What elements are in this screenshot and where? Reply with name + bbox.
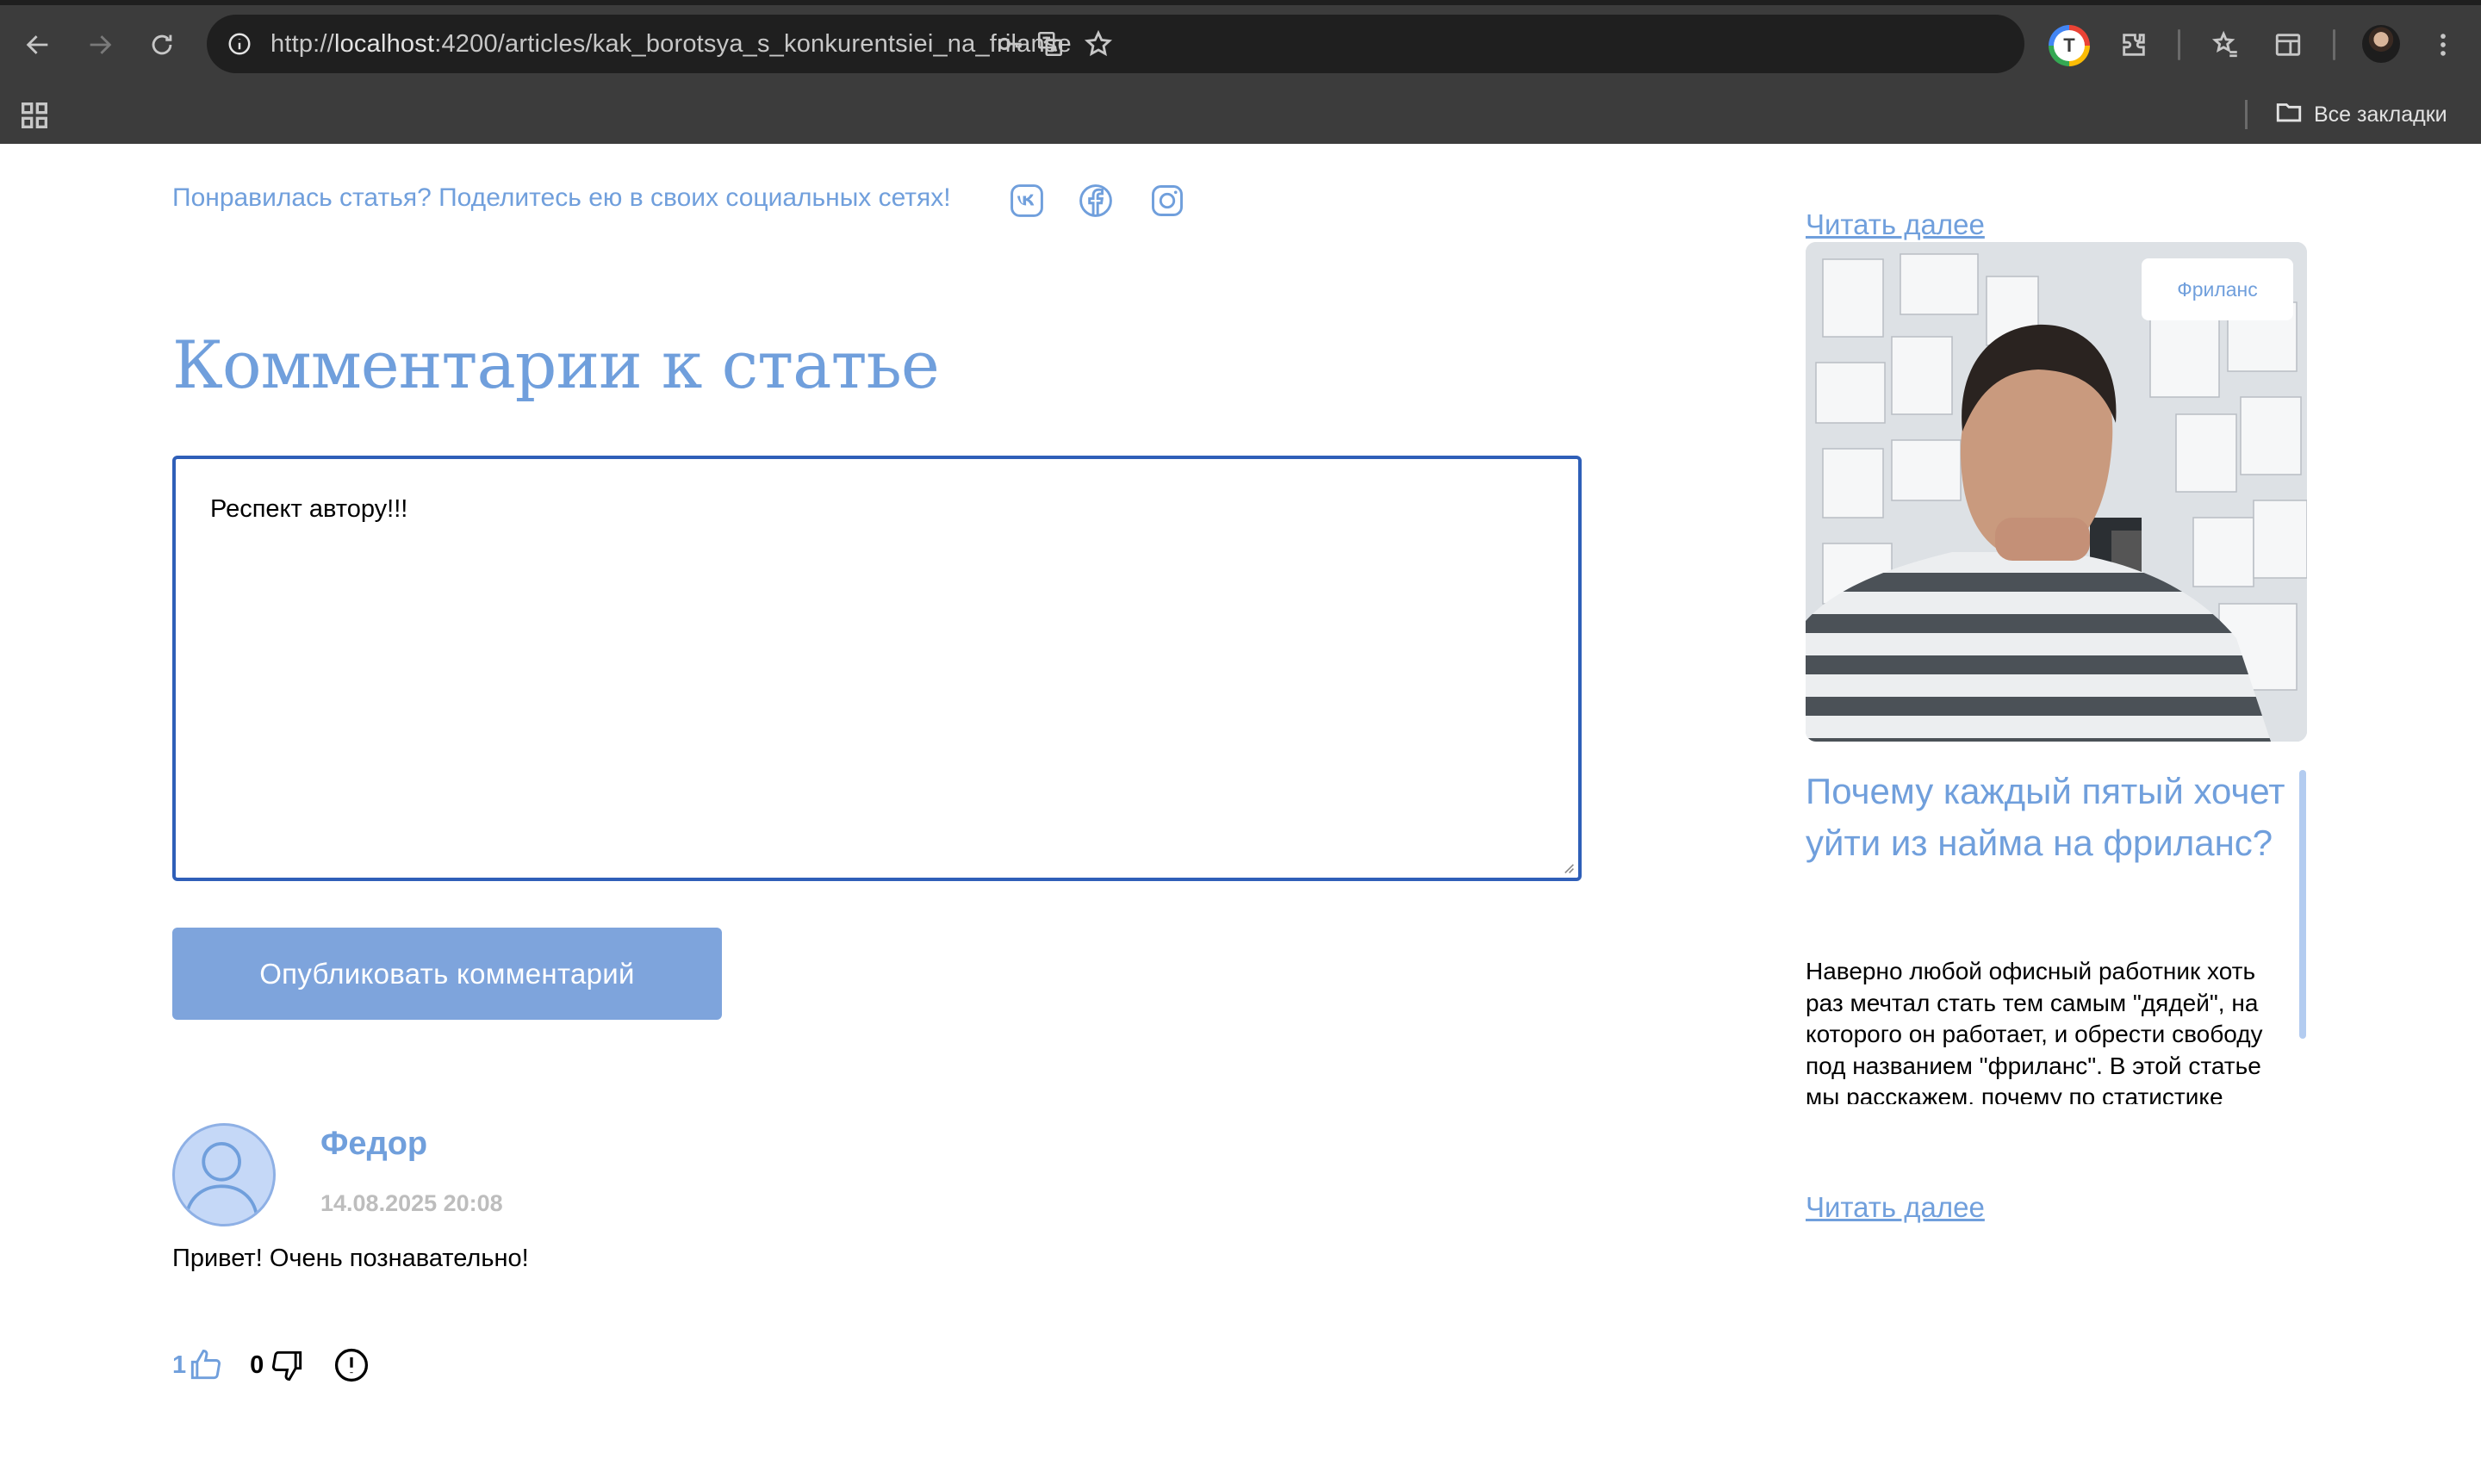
comments-title: Комментарии к статье	[172, 326, 940, 403]
comment-text: Привет! Очень познавательно!	[172, 1245, 529, 1272]
comment-draft-text: Респект автору!!!	[210, 495, 408, 523]
menu-icon[interactable]	[2419, 21, 2467, 69]
read-more-link[interactable]: Читать далее	[1806, 208, 1985, 241]
report-icon[interactable]	[333, 1346, 370, 1384]
like-count: 1	[172, 1351, 187, 1379]
share-prompt: Понравилась статья? Поделитесь ею в свои…	[172, 183, 951, 212]
all-bookmarks-button[interactable]: Все закладки	[2274, 95, 2447, 134]
forward-icon[interactable]	[76, 21, 124, 69]
publish-comment-button[interactable]: Опубликовать комментарий	[172, 928, 722, 1020]
site-info-icon[interactable]	[221, 25, 258, 63]
user-placeholder-icon	[184, 1142, 258, 1216]
card-description: Наверно любой офисный работник хоть раз …	[1806, 958, 2263, 1104]
extensions-icon[interactable]	[2110, 21, 2158, 69]
password-key-icon[interactable]	[992, 25, 1029, 63]
tab-strip	[0, 0, 2481, 5]
folder-icon	[2274, 97, 2304, 133]
url-path: :4200/articles/kak_borotsya_s_konkurents…	[434, 30, 1072, 58]
url-text[interactable]: http://localhost:4200/articles/kak_borot…	[270, 15, 1072, 73]
vk-icon[interactable]	[1008, 182, 1046, 220]
back-icon[interactable]	[14, 21, 62, 69]
all-bookmarks-label: Все закладки	[2314, 102, 2447, 127]
apps-icon[interactable]	[17, 98, 52, 133]
user-avatar[interactable]	[2362, 25, 2400, 63]
thumbs-down-icon[interactable]	[269, 1346, 307, 1384]
reload-icon[interactable]	[138, 21, 186, 69]
side-panel-icon[interactable]	[2264, 21, 2312, 69]
toolbar-separator	[2178, 29, 2180, 60]
translate-icon[interactable]	[1031, 25, 1069, 63]
browser-chrome: http://localhost:4200/articles/kak_borot…	[0, 0, 2481, 144]
reading-list-icon[interactable]	[2202, 21, 2250, 69]
bookmark-star-icon[interactable]	[1079, 25, 1117, 63]
comment-actions: 1 0	[172, 1344, 370, 1387]
address-bar[interactable]: http://localhost:4200/articles/kak_borot…	[207, 15, 2024, 73]
comment-author: Федор	[320, 1126, 428, 1162]
comment-date: 14.08.2025 20:08	[320, 1190, 503, 1216]
instagram-icon[interactable]	[1148, 182, 1186, 220]
comment-textarea[interactable]: Респект автору!!!	[172, 456, 1582, 881]
url-scheme: http://	[270, 30, 334, 58]
bookmarks-separator	[2245, 100, 2248, 129]
profile-extension-icon[interactable]: T	[2049, 25, 2090, 66]
read-more-link[interactable]: Читать далее	[1806, 1191, 1985, 1224]
dislike-count: 0	[250, 1351, 264, 1379]
card-title[interactable]: Почему каждый пятый хочет уйти из найма …	[1806, 766, 2288, 869]
bookmarks-bar: Все закладки	[0, 86, 2481, 144]
page-content: Понравилась статья? Поделитесь ею в свои…	[0, 144, 2481, 1484]
toolbar-separator	[2333, 29, 2335, 60]
card-scrollbar[interactable]	[2299, 770, 2306, 1039]
comment-avatar	[172, 1123, 276, 1226]
url-host: localhost	[333, 30, 435, 58]
thumbs-up-icon[interactable]	[186, 1346, 224, 1384]
category-tag[interactable]: Фриланс	[2142, 258, 2293, 320]
facebook-icon[interactable]	[1077, 182, 1115, 220]
resize-handle-icon[interactable]	[1561, 860, 1575, 874]
